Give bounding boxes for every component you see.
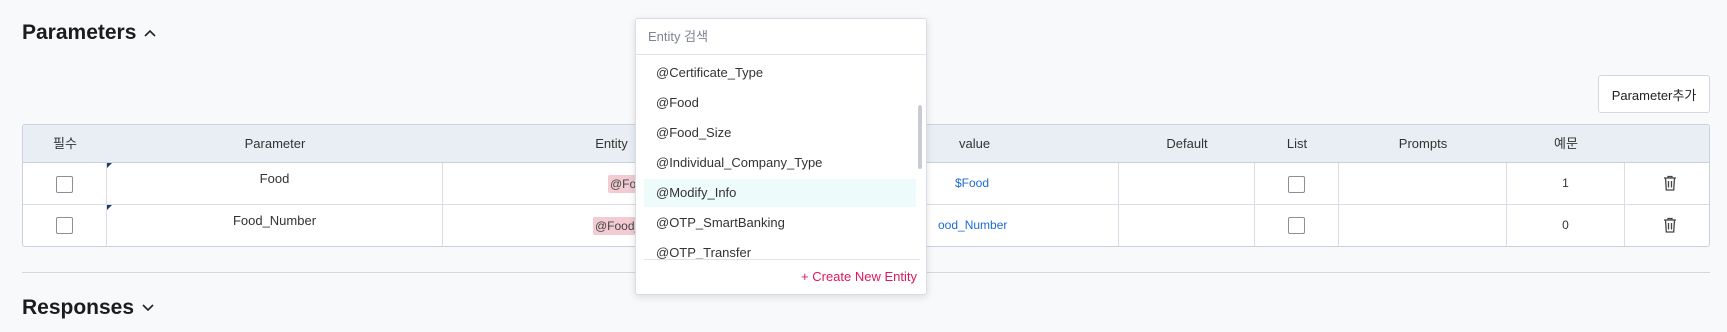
- list-checkbox[interactable]: [1288, 217, 1305, 234]
- entity-option-highlighted[interactable]: @Modify_Info: [644, 179, 916, 207]
- row-marker: [107, 163, 112, 168]
- entity-dropdown: @Certificate_Type @Food @Food_Size @Indi…: [635, 18, 927, 295]
- header-list: List: [1286, 136, 1308, 151]
- trash-icon[interactable]: [1663, 175, 1677, 191]
- trash-icon[interactable]: [1663, 217, 1677, 233]
- required-checkbox[interactable]: [56, 217, 73, 234]
- entity-search-input[interactable]: [636, 19, 926, 55]
- header-default: Default: [1166, 136, 1208, 151]
- entity-option[interactable]: @Food: [644, 89, 916, 117]
- parameter-name[interactable]: Food: [107, 171, 442, 186]
- entity-option[interactable]: @OTP_SmartBanking: [644, 209, 916, 237]
- chevron-down-icon: [142, 304, 154, 312]
- header-example: 예문: [1554, 136, 1578, 151]
- parameters-title[interactable]: Parameters: [22, 21, 158, 45]
- parameters-title-text: Parameters: [22, 21, 137, 44]
- chevron-up-icon: [144, 29, 156, 37]
- default-field[interactable]: [1119, 205, 1255, 246]
- header-parameter: Parameter: [244, 136, 306, 151]
- entity-option[interactable]: @Individual_Company_Type: [644, 149, 916, 177]
- dropdown-divider: [644, 259, 920, 260]
- default-field[interactable]: [1119, 163, 1255, 205]
- entity-option[interactable]: @OTP_Transfer: [644, 239, 916, 267]
- entity-list[interactable]: @Certificate_Type @Food @Food_Size @Indi…: [636, 59, 926, 277]
- required-checkbox[interactable]: [56, 176, 73, 193]
- header-required: 필수: [53, 136, 77, 151]
- responses-title[interactable]: Responses: [22, 296, 156, 320]
- prompts-field[interactable]: [1339, 205, 1507, 246]
- responses-title-text: Responses: [22, 296, 135, 319]
- value-link[interactable]: $Food: [955, 176, 989, 190]
- create-new-entity-link[interactable]: + Create New Entity: [801, 269, 917, 284]
- entity-option[interactable]: @Food_Size: [644, 119, 916, 147]
- row-marker: [107, 205, 112, 210]
- dropdown-scrollbar[interactable]: [918, 105, 922, 169]
- value-link[interactable]: ood_Number: [938, 218, 1007, 232]
- entity-option[interactable]: @Certificate_Type: [644, 59, 916, 87]
- example-count[interactable]: 0: [1507, 218, 1624, 232]
- parameter-name[interactable]: Food_Number: [107, 213, 442, 228]
- example-count[interactable]: 1: [1507, 176, 1624, 190]
- prompts-field[interactable]: [1339, 163, 1507, 205]
- header-prompts: Prompts: [1398, 136, 1448, 151]
- add-parameter-button[interactable]: Parameter추가: [1598, 75, 1710, 113]
- list-checkbox[interactable]: [1288, 176, 1305, 193]
